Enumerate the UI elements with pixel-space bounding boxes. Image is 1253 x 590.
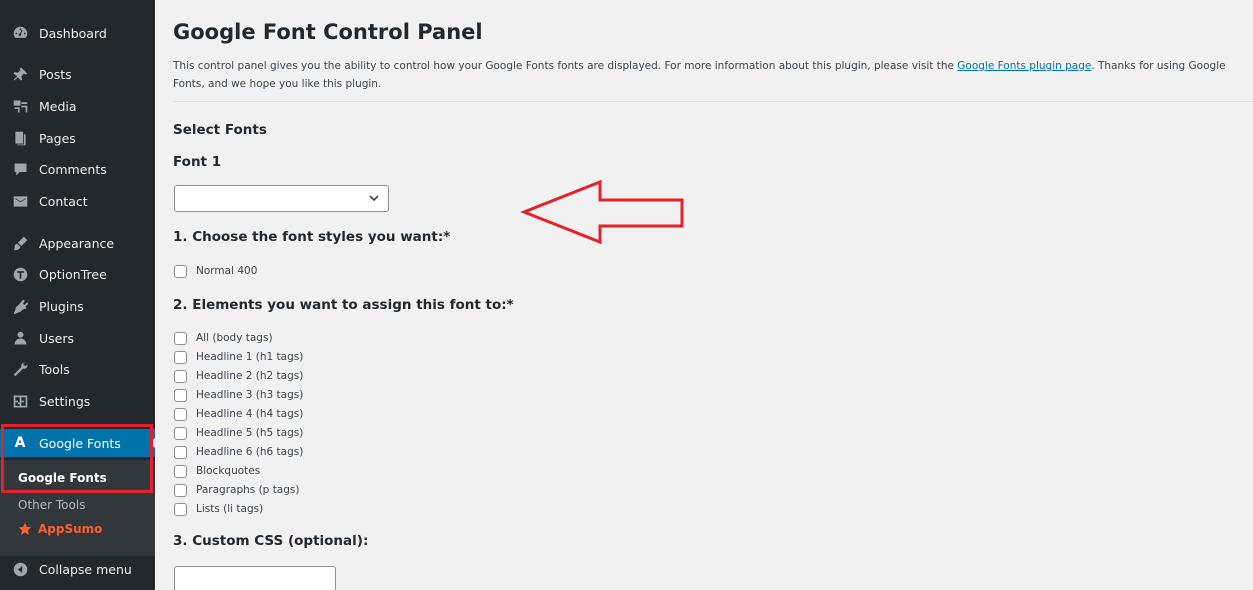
menu-label: Posts <box>39 66 72 82</box>
divider <box>173 101 1253 102</box>
optiontree-icon <box>10 264 30 284</box>
checkbox-label: Lists (li tags) <box>196 503 264 515</box>
font1-heading: Font 1 <box>173 154 222 170</box>
plugin-page-link[interactable]: Google Fonts plugin page <box>957 60 1091 72</box>
checkbox-label: All (body tags) <box>196 332 273 344</box>
page-title: Google Font Control Panel <box>173 20 483 44</box>
checkbox[interactable] <box>174 369 187 383</box>
menu-item-comments[interactable]: Comments <box>0 155 155 183</box>
checkbox-label: Headline 1 (h1 tags) <box>196 351 304 363</box>
select-fonts-heading: Select Fonts <box>173 122 267 138</box>
element-option[interactable]: Paragraphs (p tags) <box>174 482 299 498</box>
checkbox-label: Headline 3 (h3 tags) <box>196 389 304 401</box>
menu-item-optiontree[interactable]: OptionTree <box>0 260 155 288</box>
checkbox-label: Normal 400 <box>196 265 258 277</box>
submenu-item-other-tools[interactable]: Other Tools <box>18 498 85 512</box>
checkbox-label: Blockquotes <box>196 465 261 477</box>
element-option[interactable]: Headline 1 (h1 tags) <box>174 349 303 365</box>
comment-icon <box>10 159 30 179</box>
collapse-icon <box>10 559 30 579</box>
plugin-icon <box>10 296 30 316</box>
menu-label: Media <box>39 98 77 114</box>
menu-label: OptionTree <box>39 266 107 282</box>
checkbox[interactable] <box>174 464 187 478</box>
element-option[interactable]: Headline 2 (h2 tags) <box>174 368 303 384</box>
checkbox[interactable] <box>174 388 187 402</box>
menu-label: Users <box>39 330 75 346</box>
mail-icon <box>10 191 30 211</box>
menu-item-tools[interactable]: Tools <box>0 355 155 383</box>
menu-label: Dashboard <box>39 25 107 41</box>
admin-sidebar: Dashboard Posts Media Pages Comments Con… <box>0 0 155 590</box>
menu-item-contact[interactable]: Contact <box>0 187 155 215</box>
main-content: Google Font Control Panel This control p… <box>155 0 1253 590</box>
element-option[interactable]: Lists (li tags) <box>174 501 263 517</box>
checkbox[interactable] <box>174 445 187 459</box>
chevron-down-icon <box>369 195 379 202</box>
checkbox[interactable] <box>174 502 187 516</box>
menu-label: Tools <box>39 361 70 377</box>
menu-label: Appearance <box>39 235 115 251</box>
appsumo-label: AppSumo <box>38 522 103 536</box>
collapse-menu-button[interactable]: Collapse menu <box>0 555 155 583</box>
intro-prefix: This control panel gives you the ability… <box>173 60 958 72</box>
menu-item-media[interactable]: Media <box>0 92 155 120</box>
checkbox-label: Paragraphs (p tags) <box>196 484 300 496</box>
checkbox-label: Headline 2 (h2 tags) <box>196 370 304 382</box>
intro-text: This control panel gives you the ability… <box>173 57 1243 93</box>
elements-heading: 2. Elements you want to assign this font… <box>173 297 514 313</box>
menu-label: Pages <box>39 130 76 146</box>
media-icon <box>10 96 30 116</box>
menu-label: Contact <box>39 193 88 209</box>
checkbox-label: Headline 6 (h6 tags) <box>196 446 304 458</box>
menu-label: Comments <box>39 161 107 177</box>
menu-item-plugins[interactable]: Plugins <box>0 292 155 320</box>
pin-icon <box>10 64 30 84</box>
menu-item-users[interactable]: Users <box>0 324 155 352</box>
checkbox[interactable] <box>174 331 187 345</box>
style-option[interactable]: Normal 400 <box>174 263 257 279</box>
checkbox[interactable] <box>174 426 187 440</box>
menu-item-appearance[interactable]: Appearance <box>0 229 155 257</box>
checkbox[interactable] <box>174 407 187 421</box>
star-icon <box>18 522 32 535</box>
element-option[interactable]: All (body tags) <box>174 330 273 346</box>
element-option[interactable]: Headline 6 (h6 tags) <box>174 444 303 460</box>
menu-label: Collapse menu <box>39 561 132 577</box>
menu-label: Settings <box>39 393 91 409</box>
settings-icon <box>10 391 30 411</box>
checkbox-label: Headline 5 (h5 tags) <box>196 427 304 439</box>
checkbox[interactable] <box>174 350 187 364</box>
element-option[interactable]: Blockquotes <box>174 463 260 479</box>
element-option[interactable]: Headline 3 (h3 tags) <box>174 387 303 403</box>
users-icon <box>10 328 30 348</box>
wrench-icon <box>10 359 30 379</box>
element-option[interactable]: Headline 5 (h5 tags) <box>174 425 303 441</box>
element-option[interactable]: Headline 4 (h4 tags) <box>174 406 303 422</box>
menu-item-pages[interactable]: Pages <box>0 124 155 152</box>
font-select[interactable] <box>174 185 389 212</box>
checkbox[interactable] <box>174 483 187 497</box>
checkbox[interactable] <box>174 264 187 278</box>
custom-css-textarea[interactable] <box>174 566 336 590</box>
custom-css-heading: 3. Custom CSS (optional): <box>173 533 369 549</box>
annotation-arrow-icon <box>520 179 684 245</box>
font-styles-heading: 1. Choose the font styles you want:* <box>173 229 451 245</box>
brush-icon <box>10 233 30 253</box>
pages-icon <box>10 128 30 148</box>
submenu-item-appsumo[interactable]: AppSumo <box>18 522 102 536</box>
checkbox-label: Headline 4 (h4 tags) <box>196 408 304 420</box>
menu-item-posts[interactable]: Posts <box>0 60 155 88</box>
menu-item-dashboard[interactable]: Dashboard <box>0 19 155 47</box>
highlight-box <box>1 424 153 493</box>
menu-label: Plugins <box>39 298 84 314</box>
menu-item-settings[interactable]: Settings <box>0 387 155 415</box>
dashboard-icon <box>10 23 30 43</box>
